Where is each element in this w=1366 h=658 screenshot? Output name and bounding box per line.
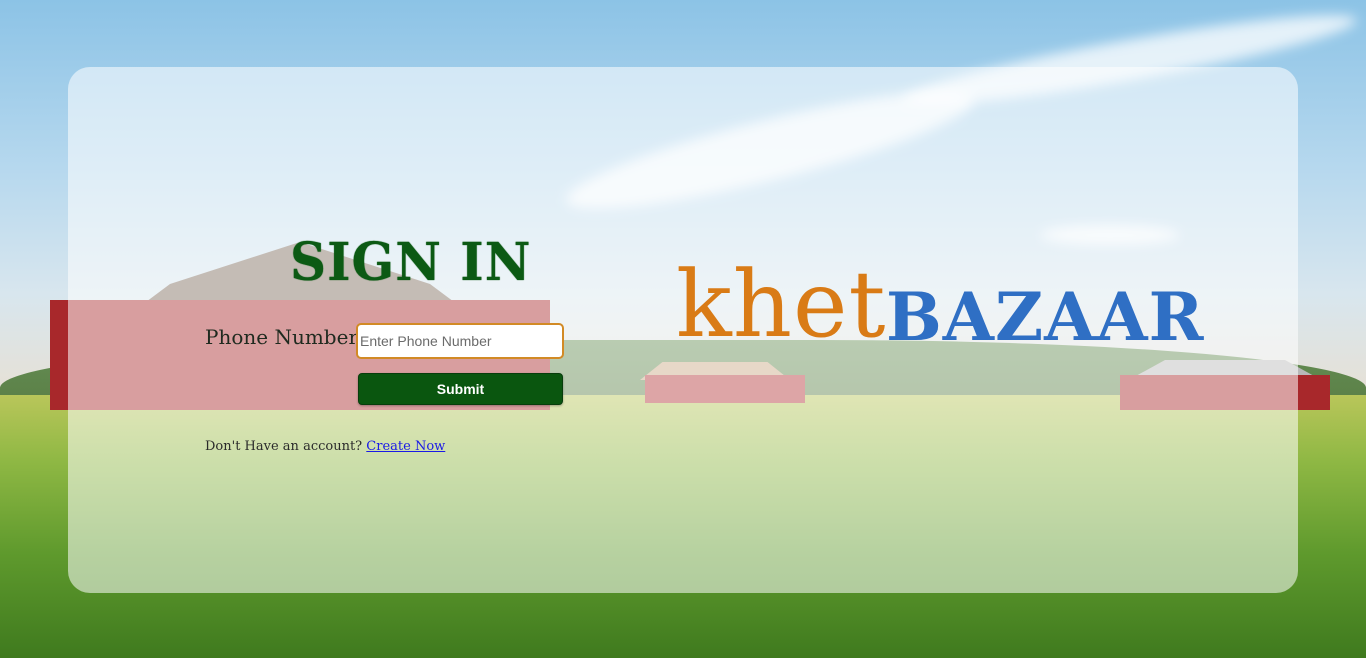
phone-number-input[interactable]	[356, 323, 564, 359]
logo-khet-text: khet	[676, 251, 887, 358]
khetbazaar-logo: khet BAZAAR	[676, 251, 1203, 358]
logo-bazaar-text: BAZAAR	[886, 278, 1205, 356]
submit-button[interactable]: Submit	[358, 373, 563, 405]
signin-title: SIGN IN	[290, 230, 532, 293]
account-prompt-text: Don't Have an account?	[205, 439, 363, 454]
create-now-link[interactable]: Create Now	[366, 439, 445, 454]
create-account-prompt: Don't Have an account? Create Now	[205, 439, 445, 454]
phone-number-label: Phone Number:	[205, 325, 365, 349]
